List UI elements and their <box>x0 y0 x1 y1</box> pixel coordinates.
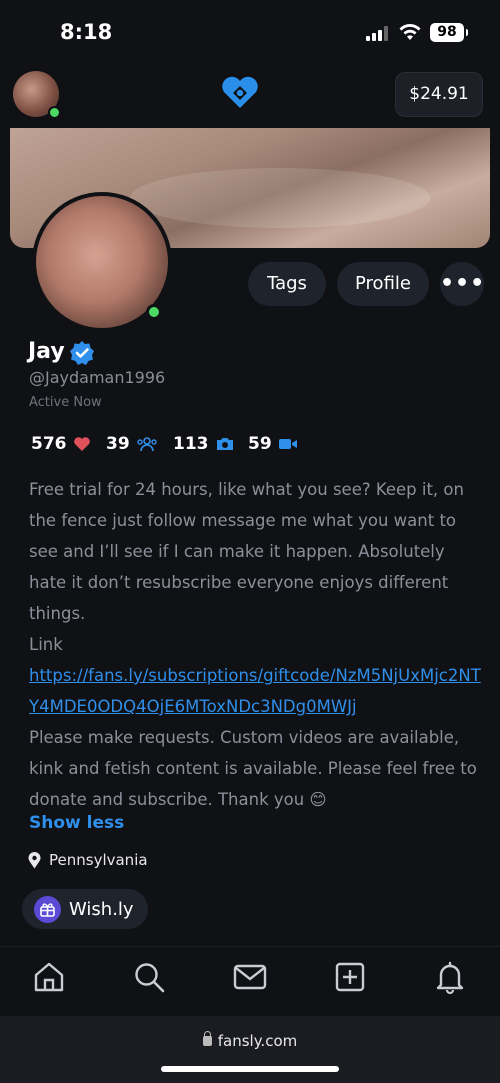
bio-paragraph: Free trial for 24 hours, like what you s… <box>29 480 464 623</box>
tags-button[interactable]: Tags <box>248 262 326 306</box>
home-indicator[interactable] <box>161 1066 339 1072</box>
location-text: Pennsylvania <box>49 851 148 869</box>
bio-link-label: Link <box>29 635 63 654</box>
verified-icon <box>70 341 94 365</box>
more-options-button[interactable]: ••• <box>440 262 484 306</box>
profile-bio: Free trial for 24 hours, like what you s… <box>29 474 481 815</box>
active-status: Active Now <box>29 395 102 410</box>
username: @Jaydaman1996 <box>29 368 166 387</box>
wishlist-label: Wish.ly <box>69 898 134 920</box>
lock-icon <box>202 1031 212 1046</box>
camera-icon <box>216 438 233 450</box>
search-icon[interactable] <box>131 959 167 995</box>
likes-count: 576 <box>31 434 67 454</box>
status-time: 8:18 <box>60 20 113 44</box>
account-avatar[interactable] <box>13 71 61 119</box>
top-nav: $24.91 <box>0 64 500 128</box>
profile-avatar[interactable] <box>32 192 172 332</box>
heart-icon <box>73 437 90 451</box>
users-icon <box>136 437 157 452</box>
online-indicator <box>48 106 61 119</box>
show-less-button[interactable]: Show less <box>29 813 124 833</box>
url-text: fansly.com <box>217 1032 298 1050</box>
gift-icon <box>34 895 61 923</box>
wifi-icon <box>399 24 421 40</box>
browser-address-bar[interactable]: fansly.com <box>0 1016 500 1083</box>
bottom-nav <box>0 946 500 1016</box>
profile-button[interactable]: Profile <box>337 262 429 306</box>
status-bar: 8:18 98 <box>0 0 500 64</box>
wallet-balance-button[interactable]: $24.91 <box>395 72 483 117</box>
bell-icon[interactable] <box>432 959 468 995</box>
videos-count: 59 <box>248 434 272 454</box>
home-icon[interactable] <box>31 959 67 995</box>
battery-icon: 98 <box>430 23 468 42</box>
videos-stat[interactable]: 59 <box>248 434 298 454</box>
subscribers-stat[interactable]: 39 <box>106 434 158 454</box>
likes-stat[interactable]: 576 <box>31 434 91 454</box>
mail-icon[interactable] <box>232 959 268 995</box>
photos-count: 113 <box>173 434 209 454</box>
signal-icon <box>366 25 392 41</box>
brand-logo-icon[interactable] <box>220 76 260 110</box>
display-name: Jay <box>28 339 65 364</box>
bio-paragraph: Please make requests. Custom videos are … <box>29 728 477 809</box>
location: Pennsylvania <box>28 851 148 869</box>
wishlist-button[interactable]: Wish.ly <box>22 889 148 929</box>
photos-stat[interactable]: 113 <box>173 434 235 454</box>
online-indicator <box>146 304 162 320</box>
location-pin-icon <box>28 851 41 868</box>
giftcode-link[interactable]: https://fans.ly/subscriptions/giftcode/N… <box>29 666 481 716</box>
video-icon <box>278 439 297 449</box>
plus-square-icon[interactable] <box>332 959 368 995</box>
url-display[interactable]: fansly.com <box>0 1031 500 1050</box>
subscribers-count: 39 <box>106 434 130 454</box>
